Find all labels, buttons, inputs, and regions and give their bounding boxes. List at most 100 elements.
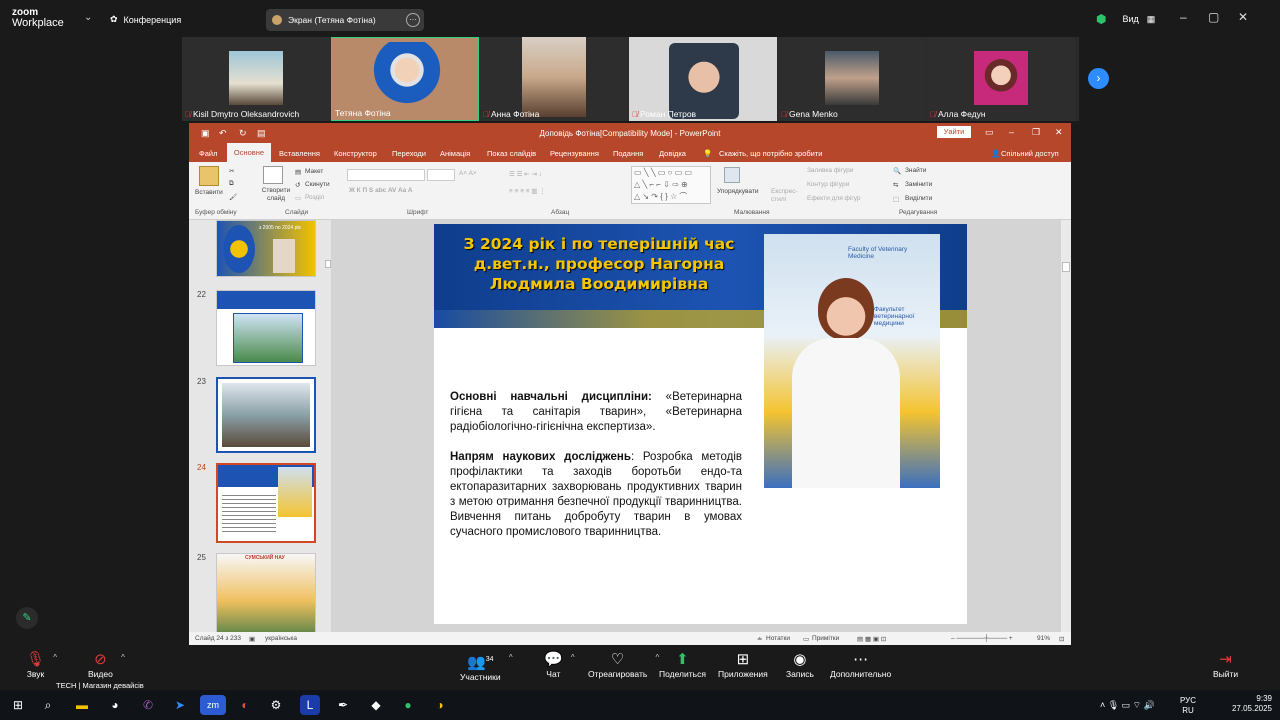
share-screen-button[interactable]: ⬆ Поделиться [659,651,706,679]
ppt-close-button[interactable]: ✕ [1055,127,1063,138]
app-icon[interactable]: ◑ [430,695,450,715]
minimize-button[interactable]: – [1180,10,1187,24]
tab-animations[interactable]: Анімація [440,149,470,158]
apps-button[interactable]: ⊞ Приложения [718,651,768,679]
font-size-select[interactable] [427,169,455,181]
system-tray-icons[interactable]: ˄ 🎙 ▭ ⌔ 🔊 [1100,700,1155,711]
paste-button[interactable]: Вставити [195,189,223,196]
new-slide-icon[interactable] [263,166,283,184]
launcher-icon[interactable]: L [300,695,320,715]
meeting-info[interactable]: ✿ Конференция [110,14,181,25]
zoom-slider[interactable]: – ──────┼──── + [951,635,1013,642]
view-buttons[interactable]: ▤ ▦ ▣ ⊡ [857,635,886,643]
font-family-select[interactable] [347,169,425,181]
shape-outline-button[interactable]: Контур фігури [807,181,849,188]
search-icon[interactable]: ⌕ [38,695,58,715]
tab-slideshow[interactable]: Показ слайдів [487,149,536,158]
comments-button[interactable]: Примітки [812,635,839,642]
tab-view[interactable]: Подання [613,149,643,158]
participant-tile[interactable]: 🎙̸ Анна Фотіна [480,37,628,121]
arrange-icon[interactable] [724,167,740,183]
participant-tile[interactable]: 🎙̸ Gena Menko [778,37,926,121]
video-button[interactable]: ⊘ Видео ^ [88,651,125,679]
find-button[interactable]: Знайти [905,167,926,174]
screen-share-indicator[interactable]: Экран (Тетяна Фотіна) ⋯ [266,9,424,31]
more-button[interactable]: ⋯ Дополнительно [830,651,891,679]
copy-icon[interactable]: ⧉ [229,180,234,188]
thumbnail-slide-23[interactable] [216,377,316,453]
font-format-buttons[interactable]: Ж К П S abc AV Aa A [349,187,413,194]
ppt-restore-button[interactable]: ❐ [1032,127,1040,138]
reset-button[interactable]: Скинути [305,181,330,188]
section-button[interactable]: Розділ [305,194,324,201]
format-painter-icon[interactable]: 🖌 [229,193,237,201]
select-button[interactable]: Виділити [905,195,932,202]
more-options-icon[interactable]: ⋯ [406,13,420,27]
ribbon-display-icon[interactable]: ▭ [985,127,994,138]
telegram-icon[interactable]: ➤ [170,695,190,715]
thumbnail-slide-22[interactable] [216,290,316,366]
ppt-minimize-button[interactable]: – [1009,127,1014,137]
new-slide-button[interactable]: Створити слайд [259,187,293,203]
thumbnail-slide-24-selected[interactable] [216,463,316,543]
fit-slide-icon[interactable]: ⊡ [1059,635,1064,643]
layout-button[interactable]: Макет [305,168,323,175]
replace-button[interactable]: Замінити [905,181,932,188]
vertical-scrollbar[interactable] [1061,220,1071,632]
language-indicator[interactable]: РУС RU [1180,696,1196,716]
participant-tile[interactable]: 🎙̸ Kisil Dmytro Oleksandrovich [182,37,330,121]
app-icon[interactable]: ◐ [235,695,255,715]
annotate-pen-icon[interactable]: ✎ [16,607,38,629]
font-size-grow-icon[interactable]: A˄ A˅ [459,170,477,177]
file-explorer-icon[interactable]: ▬ [72,695,92,715]
tell-me-search[interactable]: Скажіть, що потрібно зробити [719,149,823,158]
sign-in-button[interactable]: Уайти [937,126,971,138]
paste-icon[interactable] [199,166,219,186]
torrent-icon[interactable]: ● [398,695,418,715]
leave-button[interactable]: ⇥ Выйти [1213,651,1238,679]
chevron-right-icon[interactable]: › [1088,68,1109,89]
slide-canvas[interactable]: З 2024 рік і по теперішній час д.вет.н.,… [434,224,967,624]
share-button[interactable]: Спільний доступ [1001,149,1059,158]
shape-effects-button[interactable]: Ефекти для фігур [807,195,861,202]
chevron-up-icon[interactable]: ^ [571,653,575,662]
steam-icon[interactable]: ⚙ [266,695,286,715]
close-button[interactable]: ✕ [1238,10,1248,24]
clock[interactable]: 9:39 27.05.2025 [1232,694,1272,714]
audio-button[interactable]: 🎙 Звук ^ [26,651,57,679]
spellcheck-icon[interactable]: ▣ [249,635,255,643]
app-icon[interactable]: ◆ [366,695,386,715]
zoom-level[interactable]: 91% [1037,635,1050,642]
language-indicator[interactable]: українська [265,635,297,642]
tab-help[interactable]: Довідка [659,149,686,158]
thumbnail-slide-21[interactable]: з 2005 по 2024 рік [216,220,316,277]
chevron-down-icon[interactable]: ⌄ [84,12,92,23]
notes-button[interactable]: Нотатки [766,635,790,642]
shape-fill-button[interactable]: Заливка фігури [807,167,853,174]
tab-file[interactable]: Файл [199,149,217,158]
portrait-photo[interactable]: Faculty of Veterinary Medicine Факультет… [764,234,940,488]
chrome-icon[interactable]: ◕ [105,695,125,715]
tab-home[interactable]: Основне [227,143,271,162]
slide-body-text[interactable]: Основні навчальні дисципліни: «Ветеринар… [450,390,742,540]
shapes-gallery[interactable]: ▭ ╲ ╲ ▭ ○ ▭ ▭ △ ╲ ⌐ ⌐ ⇩ ⇨ ⊕ △ ↘ ↷ { } ☆ ⌒ [631,166,711,204]
chevron-up-icon[interactable]: ^ [121,653,125,662]
maximize-button[interactable]: ▢ [1208,10,1219,24]
arrange-button[interactable]: Упорядкувати [717,188,758,195]
react-button[interactable]: ♡ Отреагировать ^ [588,651,659,679]
app-icon[interactable]: ✒ [333,695,353,715]
bullets-icon[interactable]: ☰ ☰ ⇤ ⇥ ↕ [509,170,542,178]
tab-review[interactable]: Рецензування [550,149,599,158]
cut-icon[interactable]: ✂ [229,167,234,175]
chevron-up-icon[interactable]: ^ [509,653,513,662]
slide-title[interactable]: З 2024 рік і по теперішній час д.вет.н.,… [440,234,758,294]
view-menu[interactable]: ⬢ Вид ▦ [1096,12,1155,26]
tab-insert[interactable]: Вставлення [279,149,320,158]
scroll-thumb[interactable] [1062,262,1070,272]
thumbnail-slide-25[interactable]: СУМСЬКИЙ НАУ [216,553,316,632]
viber-icon[interactable]: ✆ [138,695,158,715]
tab-transitions[interactable]: Переходи [392,149,426,158]
zoom-app-icon[interactable]: zm [200,695,226,715]
participant-tile[interactable]: 🎙̸ Роман Петров [629,37,777,121]
participants-button[interactable]: 👥34 Участники ^ [460,651,513,682]
